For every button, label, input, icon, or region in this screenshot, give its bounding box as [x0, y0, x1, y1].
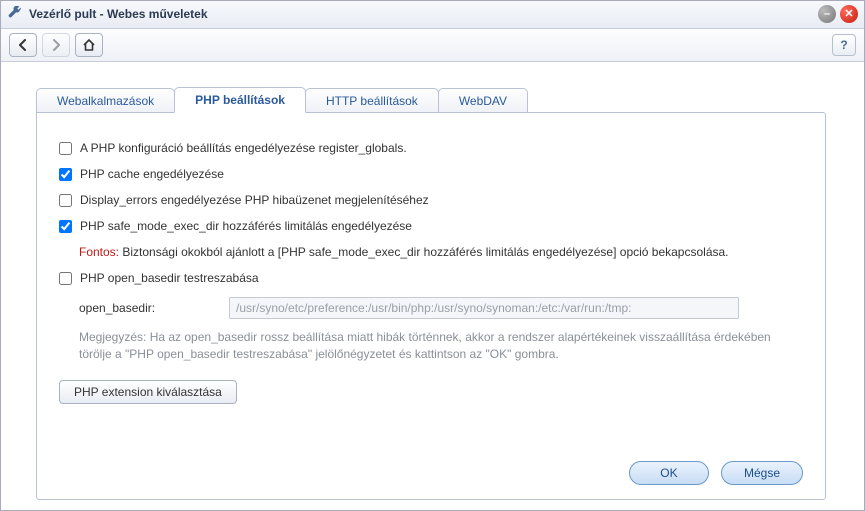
wrench-icon: [7, 6, 23, 22]
checkbox-display-errors[interactable]: [59, 194, 72, 207]
label-register-globals: A PHP konfiguráció beállítás engedélyezé…: [80, 141, 407, 155]
tab-http-beallitasok[interactable]: HTTP beállítások: [305, 88, 439, 113]
checkbox-register-globals[interactable]: [59, 142, 72, 155]
nav-toolbar: ?: [1, 29, 864, 62]
label-open-basedir-custom: PHP open_basedir testreszabása: [80, 271, 259, 285]
content-area: Webalkalmazások PHP beállítások HTTP beá…: [1, 62, 864, 510]
window: Vezérlő pult - Webes műveletek – ✕ ? Web…: [0, 0, 865, 511]
open-basedir-input[interactable]: [229, 297, 739, 319]
back-button[interactable]: [9, 33, 37, 57]
help-button[interactable]: ?: [832, 34, 856, 56]
php-extension-button[interactable]: PHP extension kiválasztása: [59, 380, 237, 404]
checkbox-php-cache[interactable]: [59, 168, 72, 181]
open-basedir-note-row: Megjegyzés: Ha az open_basedir rossz beá…: [79, 329, 803, 364]
open-basedir-label: open_basedir:: [79, 301, 219, 315]
cancel-button[interactable]: Mégse: [721, 461, 803, 485]
label-display-errors: Display_errors engedélyezése PHP hibaüze…: [80, 193, 429, 207]
option-safe-mode: PHP safe_mode_exec_dir hozzáférés limitá…: [59, 219, 803, 233]
tab-php-beallitasok[interactable]: PHP beállítások: [174, 87, 306, 113]
open-basedir-note: Megjegyzés: Ha az open_basedir rossz beá…: [79, 329, 803, 364]
safe-mode-note: Biztonsági okokból ajánlott a [PHP safe_…: [119, 245, 728, 259]
close-button[interactable]: ✕: [840, 5, 858, 23]
safe-mode-note-row: Fontos: Biztonsági okokból ajánlott a [P…: [79, 245, 803, 259]
home-button[interactable]: [75, 33, 103, 57]
open-basedir-row: open_basedir:: [79, 297, 803, 319]
tab-webalkalmazasok[interactable]: Webalkalmazások: [36, 88, 175, 113]
settings-panel: A PHP konfiguráció beállítás engedélyezé…: [36, 112, 826, 500]
tabstrip: Webalkalmazások PHP beállítások HTTP beá…: [36, 84, 842, 112]
option-register-globals: A PHP konfiguráció beállítás engedélyezé…: [59, 141, 803, 155]
label-php-cache: PHP cache engedélyezése: [80, 167, 224, 181]
option-php-cache: PHP cache engedélyezése: [59, 167, 803, 181]
option-open-basedir-custom: PHP open_basedir testreszabása: [59, 271, 803, 285]
label-safe-mode: PHP safe_mode_exec_dir hozzáférés limitá…: [80, 219, 412, 233]
window-title: Vezérlő pult - Webes műveletek: [29, 7, 814, 21]
safe-mode-note-prefix: Fontos:: [79, 245, 119, 259]
forward-button[interactable]: [42, 33, 70, 57]
checkbox-safe-mode[interactable]: [59, 220, 72, 233]
option-display-errors: Display_errors engedélyezése PHP hibaüze…: [59, 193, 803, 207]
ok-button[interactable]: OK: [629, 461, 709, 485]
titlebar: Vezérlő pult - Webes műveletek – ✕: [1, 1, 864, 29]
checkbox-open-basedir-custom[interactable]: [59, 272, 72, 285]
tab-webdav[interactable]: WebDAV: [438, 88, 528, 113]
footer-buttons: OK Mégse: [629, 461, 803, 485]
minimize-button[interactable]: –: [818, 5, 836, 23]
